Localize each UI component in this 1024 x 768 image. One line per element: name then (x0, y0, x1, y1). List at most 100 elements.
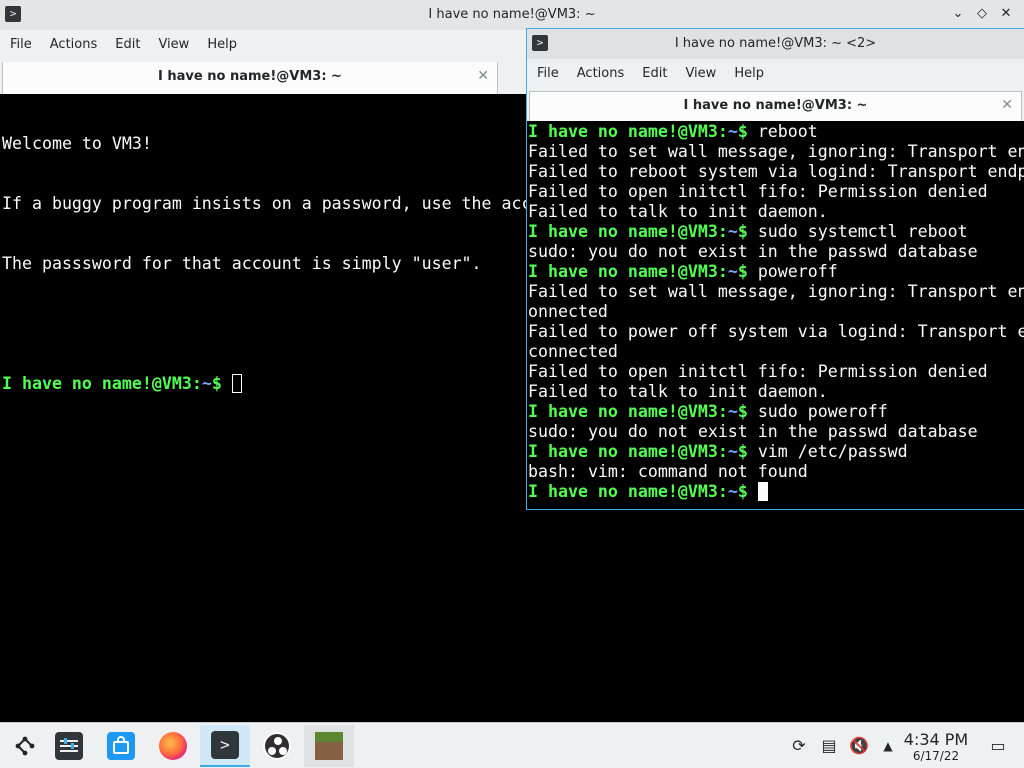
menu-edit[interactable]: Edit (633, 66, 676, 81)
close-icon[interactable]: ✕ (998, 4, 1014, 24)
tab-terminal[interactable]: I have no name!@VM3: ~ ✕ (529, 91, 1022, 121)
terminal-line: sudo: you do not exist in the passwd dat… (528, 422, 978, 441)
application-launcher-icon (15, 736, 35, 756)
window-titlebar[interactable]: > I have no name!@VM3: ~ ⌄ ◇ ✕ (0, 0, 1024, 30)
clock-date: 6/17/22 (912, 749, 960, 763)
menu-view[interactable]: View (149, 37, 198, 52)
taskbar-system-settings[interactable] (44, 725, 94, 767)
clock[interactable]: 4:34 PM 6/17/22 (900, 730, 972, 764)
terminal-line: Failed to talk to init daemon. (528, 382, 828, 401)
prompt-user: I have no name!@VM3 (2, 374, 192, 393)
discover-store-icon (107, 732, 135, 760)
tab-close-icon[interactable]: ✕ (1001, 97, 1013, 113)
obs-studio-icon (263, 732, 291, 760)
prompt-cwd: ~ (727, 482, 738, 501)
terminal-cursor (231, 374, 242, 393)
prompt-separator: : (717, 122, 728, 141)
menu-file[interactable]: File (527, 66, 568, 81)
show-desktop-icon[interactable]: ▭ (988, 736, 1008, 756)
prompt-user: I have no name!@VM3 (528, 262, 718, 281)
prompt-separator: : (717, 482, 728, 501)
taskbar-firefox[interactable] (148, 725, 198, 767)
prompt-cwd: ~ (727, 402, 738, 421)
show-hidden-icons-icon[interactable]: ▲ (878, 736, 898, 756)
prompt-separator: : (717, 442, 728, 461)
terminal-prompt-line: I have no name!@VM3:~$ sudo systemctl re… (528, 222, 1024, 242)
prompt-cwd: ~ (201, 374, 212, 393)
prompt-end: $ (737, 262, 758, 281)
terminal-output[interactable]: I have no name!@VM3:~$ reboot Failed to s… (528, 122, 1024, 509)
command-text: sudo poweroff (757, 402, 888, 421)
prompt-cwd: ~ (727, 122, 738, 141)
command-text: vim /etc/passwd (757, 442, 908, 461)
prompt-user: I have no name!@VM3 (528, 402, 718, 421)
taskbar-konsole[interactable]: > (200, 725, 250, 767)
terminal-line: Failed to set wall message, ignoring: Tr… (528, 142, 1024, 161)
menu-view[interactable]: View (676, 66, 725, 81)
system-settings-icon (55, 732, 83, 760)
window-title: I have no name!@VM3: ~ <2> (674, 36, 877, 51)
application-launcher-button[interactable] (0, 725, 50, 767)
konsole-icon: > (211, 731, 239, 759)
terminal-line: Failed to power off system via logind: T… (528, 322, 1024, 341)
taskbar-discover[interactable] (96, 725, 146, 767)
tab-bar: I have no name!@VM3: ~ ✕ (527, 87, 1024, 121)
prompt-separator: : (717, 402, 728, 421)
terminal-line: Failed to open initctl fifo: Permission … (528, 182, 988, 201)
clock-time: 4:34 PM (903, 730, 969, 749)
prompt-user: I have no name!@VM3 (528, 442, 718, 461)
terminal-prompt-line: I have no name!@VM3:~$ reboot (528, 122, 1024, 142)
menu-file[interactable]: File (0, 37, 41, 52)
tab-terminal[interactable]: I have no name!@VM3: ~ ✕ (2, 62, 498, 94)
terminal-line: connected (528, 342, 618, 361)
prompt-cwd: ~ (727, 262, 738, 281)
terminal-line: Failed to reboot system via logind: Tran… (528, 162, 1024, 181)
prompt-end: $ (211, 374, 232, 393)
minimize-icon[interactable]: ⌄ (950, 4, 966, 24)
volume-muted-icon[interactable]: 🔇 (849, 736, 869, 756)
prompt-end: $ (737, 402, 758, 421)
terminal-prompt-line: I have no name!@VM3:~$ poweroff (528, 262, 1024, 282)
menu-actions[interactable]: Actions (568, 66, 634, 81)
menu-bar: File Actions Edit View Help (527, 59, 1024, 87)
firefox-icon (159, 732, 187, 760)
terminal-prompt-line: I have no name!@VM3:~$ sudo poweroff (528, 402, 1024, 422)
prompt-end: $ (737, 442, 758, 461)
terminal-prompt-line: I have no name!@VM3:~$ vim /etc/passwd (528, 442, 1024, 462)
prompt-separator: : (191, 374, 202, 393)
command-text: poweroff (757, 262, 838, 281)
taskbar-minecraft[interactable] (304, 725, 354, 767)
terminal-window-second[interactable]: > I have no name!@VM3: ~ <2> File Action… (526, 28, 1024, 510)
update-notifier-icon[interactable]: ⟳ (789, 736, 809, 756)
menu-edit[interactable]: Edit (106, 37, 149, 52)
prompt-cwd: ~ (727, 442, 738, 461)
terminal-cursor (757, 482, 768, 501)
menu-actions[interactable]: Actions (41, 37, 107, 52)
terminal-line: onnected (528, 302, 608, 321)
terminal-line: Failed to talk to init daemon. (528, 202, 828, 221)
prompt-separator: : (717, 222, 728, 241)
menu-help[interactable]: Help (725, 66, 773, 81)
command-text: reboot (757, 122, 818, 141)
taskbar-obs[interactable] (252, 725, 302, 767)
terminal-line: bash: vim: command not found (528, 462, 808, 481)
prompt-user: I have no name!@VM3 (528, 222, 718, 241)
terminal-prompt-line: I have no name!@VM3:~$ (528, 482, 1024, 502)
window-title: I have no name!@VM3: ~ (428, 7, 596, 22)
tab-label: I have no name!@VM3: ~ (158, 69, 342, 84)
prompt-user: I have no name!@VM3 (528, 482, 718, 501)
menu-help[interactable]: Help (198, 37, 246, 52)
command-text: sudo systemctl reboot (757, 222, 968, 241)
prompt-end: $ (737, 482, 758, 501)
prompt-user: I have no name!@VM3 (528, 122, 718, 141)
taskbar: > ⟳ ▤ 🔇 ▲ 4:34 PM 6/17/22 ▭ (0, 722, 1024, 768)
window-titlebar[interactable]: > I have no name!@VM3: ~ <2> (527, 29, 1024, 59)
prompt-separator: : (717, 262, 728, 281)
prompt-end: $ (737, 222, 758, 241)
terminal-line: sudo: you do not exist in the passwd dat… (528, 242, 978, 261)
tab-close-icon[interactable]: ✕ (477, 68, 489, 84)
minecraft-icon (315, 732, 343, 760)
tab-label: I have no name!@VM3: ~ (683, 98, 868, 113)
clipboard-icon[interactable]: ▤ (819, 736, 839, 756)
maximize-icon[interactable]: ◇ (974, 4, 990, 24)
